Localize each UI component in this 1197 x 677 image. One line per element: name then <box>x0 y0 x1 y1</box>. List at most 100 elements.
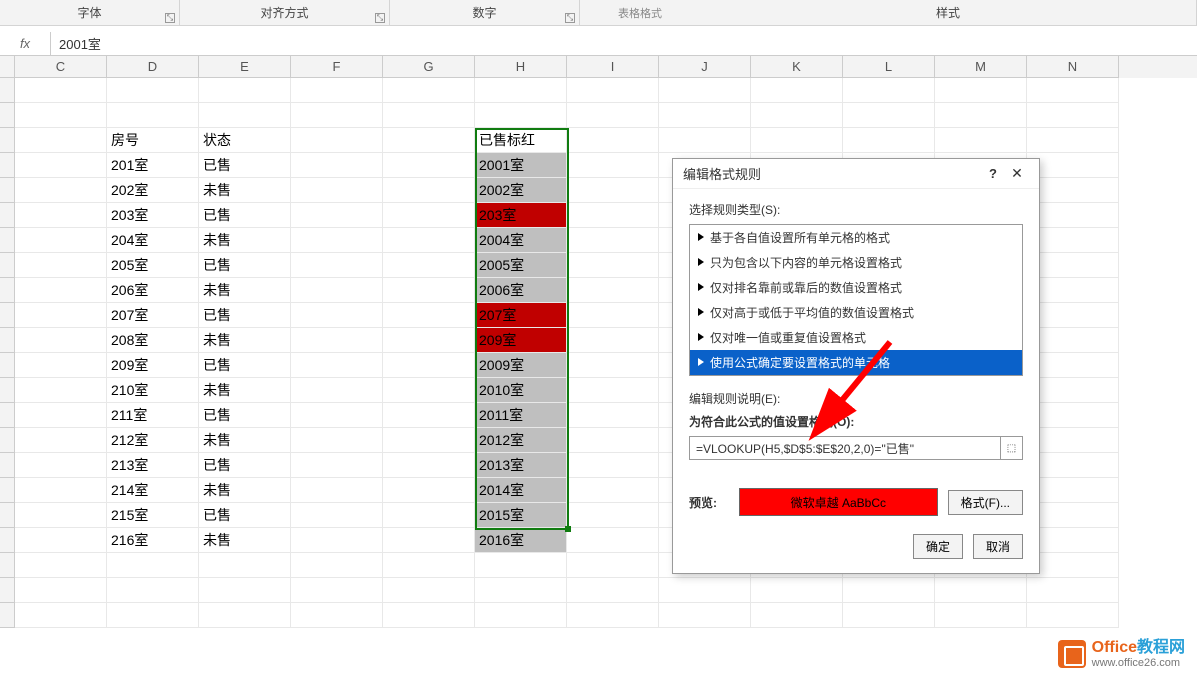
cell[interactable] <box>107 553 199 578</box>
cell[interactable] <box>199 78 291 103</box>
cell[interactable]: 状态 <box>199 128 291 153</box>
cell[interactable] <box>383 303 475 328</box>
cell[interactable] <box>567 128 659 153</box>
cell[interactable] <box>1027 428 1119 453</box>
cell[interactable] <box>291 403 383 428</box>
row-header[interactable] <box>0 453 15 478</box>
cell[interactable]: 已售 <box>199 203 291 228</box>
cell[interactable] <box>15 503 107 528</box>
cell[interactable] <box>15 478 107 503</box>
row-header[interactable] <box>0 528 15 553</box>
cell[interactable] <box>383 253 475 278</box>
row-header[interactable] <box>0 278 15 303</box>
cell[interactable] <box>291 103 383 128</box>
cell[interactable]: 未售 <box>199 478 291 503</box>
cell[interactable]: 213室 <box>107 453 199 478</box>
cell[interactable] <box>1027 378 1119 403</box>
cell[interactable] <box>383 378 475 403</box>
cell[interactable] <box>935 578 1027 603</box>
cell[interactable] <box>475 578 567 603</box>
cell[interactable] <box>1027 253 1119 278</box>
cell[interactable]: 已售标红 <box>475 128 567 153</box>
expand-icon[interactable]: ⤡ <box>375 13 385 23</box>
cell[interactable] <box>1027 453 1119 478</box>
cell[interactable] <box>199 578 291 603</box>
cell[interactable]: 未售 <box>199 228 291 253</box>
cell[interactable] <box>15 228 107 253</box>
cell[interactable]: 未售 <box>199 178 291 203</box>
cell[interactable] <box>659 78 751 103</box>
cell[interactable] <box>383 403 475 428</box>
cell[interactable] <box>291 78 383 103</box>
cell[interactable] <box>567 453 659 478</box>
cell[interactable] <box>15 603 107 628</box>
column-header[interactable]: D <box>107 56 199 78</box>
cell[interactable]: 已售 <box>199 153 291 178</box>
cell[interactable]: 209室 <box>475 328 567 353</box>
cell[interactable] <box>383 553 475 578</box>
row-header[interactable] <box>0 578 15 603</box>
cell[interactable] <box>567 78 659 103</box>
cell[interactable] <box>291 178 383 203</box>
cell[interactable] <box>1027 528 1119 553</box>
cell[interactable]: 209室 <box>107 353 199 378</box>
column-header[interactable]: F <box>291 56 383 78</box>
cell[interactable] <box>291 553 383 578</box>
cell[interactable] <box>15 303 107 328</box>
cell[interactable] <box>567 353 659 378</box>
cell[interactable] <box>1027 578 1119 603</box>
cell[interactable] <box>567 403 659 428</box>
cell[interactable] <box>567 203 659 228</box>
cell[interactable] <box>383 453 475 478</box>
column-header[interactable]: C <box>15 56 107 78</box>
row-header[interactable] <box>0 78 15 103</box>
cell[interactable] <box>567 328 659 353</box>
cell[interactable]: 已售 <box>199 303 291 328</box>
cell[interactable] <box>383 103 475 128</box>
cell[interactable]: 202室 <box>107 178 199 203</box>
cell[interactable] <box>751 78 843 103</box>
cell[interactable] <box>15 78 107 103</box>
rule-type-option[interactable]: 基于各自值设置所有单元格的格式 <box>690 225 1022 250</box>
cell[interactable] <box>15 128 107 153</box>
cell[interactable] <box>383 503 475 528</box>
cell[interactable]: 2005室 <box>475 253 567 278</box>
cell[interactable] <box>935 78 1027 103</box>
row-header[interactable] <box>0 103 15 128</box>
row-header[interactable] <box>0 153 15 178</box>
row-header[interactable] <box>0 303 15 328</box>
cell[interactable] <box>567 528 659 553</box>
cell[interactable] <box>383 153 475 178</box>
cell[interactable]: 215室 <box>107 503 199 528</box>
cell[interactable] <box>1027 353 1119 378</box>
row-header[interactable] <box>0 353 15 378</box>
cell[interactable] <box>107 578 199 603</box>
cell[interactable] <box>199 103 291 128</box>
cell[interactable] <box>383 603 475 628</box>
cell[interactable]: 已售 <box>199 503 291 528</box>
cell[interactable] <box>567 253 659 278</box>
cancel-button[interactable]: 取消 <box>973 534 1023 559</box>
row-header[interactable] <box>0 128 15 153</box>
cell[interactable] <box>1027 603 1119 628</box>
row-header[interactable] <box>0 378 15 403</box>
cell[interactable] <box>383 228 475 253</box>
cell[interactable] <box>383 428 475 453</box>
cell[interactable] <box>15 278 107 303</box>
cell[interactable]: 204室 <box>107 228 199 253</box>
cell[interactable] <box>15 378 107 403</box>
cell[interactable] <box>15 428 107 453</box>
cell[interactable] <box>567 578 659 603</box>
cell[interactable] <box>383 78 475 103</box>
column-header[interactable]: H <box>475 56 567 78</box>
cell[interactable] <box>567 178 659 203</box>
cell[interactable] <box>1027 503 1119 528</box>
cell[interactable] <box>383 528 475 553</box>
cell[interactable] <box>567 503 659 528</box>
cell[interactable] <box>291 303 383 328</box>
column-header[interactable]: E <box>199 56 291 78</box>
column-header[interactable]: J <box>659 56 751 78</box>
cell[interactable] <box>567 378 659 403</box>
close-icon[interactable]: ✕ <box>1005 165 1029 182</box>
row-header[interactable] <box>0 553 15 578</box>
